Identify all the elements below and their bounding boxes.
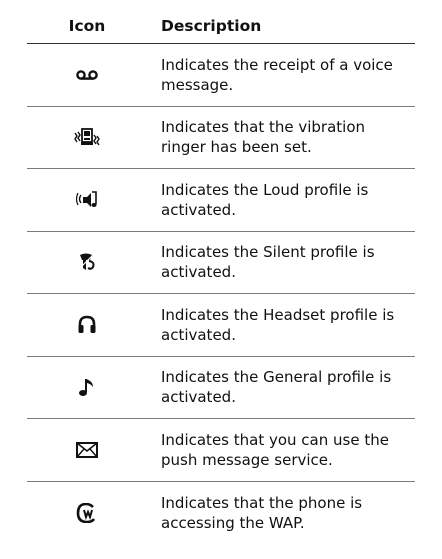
silent-profile-icon <box>27 232 147 294</box>
row-description: Indicates the Loud profile is activated. <box>161 180 369 219</box>
row-description: Indicates that the phone is accessing th… <box>161 493 363 532</box>
table-header-row: Icon Description <box>27 8 415 44</box>
table-row: Indicates that the phone is accessing th… <box>27 482 415 545</box>
headset-icon <box>27 294 147 356</box>
table-row: Indicates the Headset profile is activat… <box>27 294 415 357</box>
description-column-header: Description <box>161 16 262 35</box>
loud-profile-icon <box>27 169 147 231</box>
table-row: Indicates the receipt of a voice message… <box>27 44 415 107</box>
icon-column-header: Icon <box>68 16 106 35</box>
table-row: Indicates the Silent profile is activate… <box>27 232 415 294</box>
table-row: Indicates the General profile is activat… <box>27 357 415 419</box>
wap-icon <box>27 482 147 545</box>
envelope-icon <box>27 419 147 481</box>
row-description: Indicates the Silent profile is activate… <box>161 243 375 282</box>
row-description: Indicates the General profile is activat… <box>161 368 392 407</box>
vibration-icon <box>27 107 147 169</box>
row-description: Indicates that you can use the push mess… <box>161 430 389 469</box>
music-note-icon <box>27 357 147 419</box>
row-description: Indicates that the vibration ringer has … <box>161 118 366 157</box>
voicemail-icon <box>27 44 147 106</box>
row-description: Indicates the receipt of a voice message… <box>161 55 393 94</box>
table-row: Indicates that you can use the push mess… <box>27 419 415 482</box>
table-row: Indicates the Loud profile is activated. <box>27 169 415 232</box>
row-description: Indicates the Headset profile is activat… <box>161 305 395 344</box>
table-row: Indicates that the vibration ringer has … <box>27 107 415 169</box>
icon-description-table: Icon Description Indicates the receipt o… <box>27 8 415 544</box>
